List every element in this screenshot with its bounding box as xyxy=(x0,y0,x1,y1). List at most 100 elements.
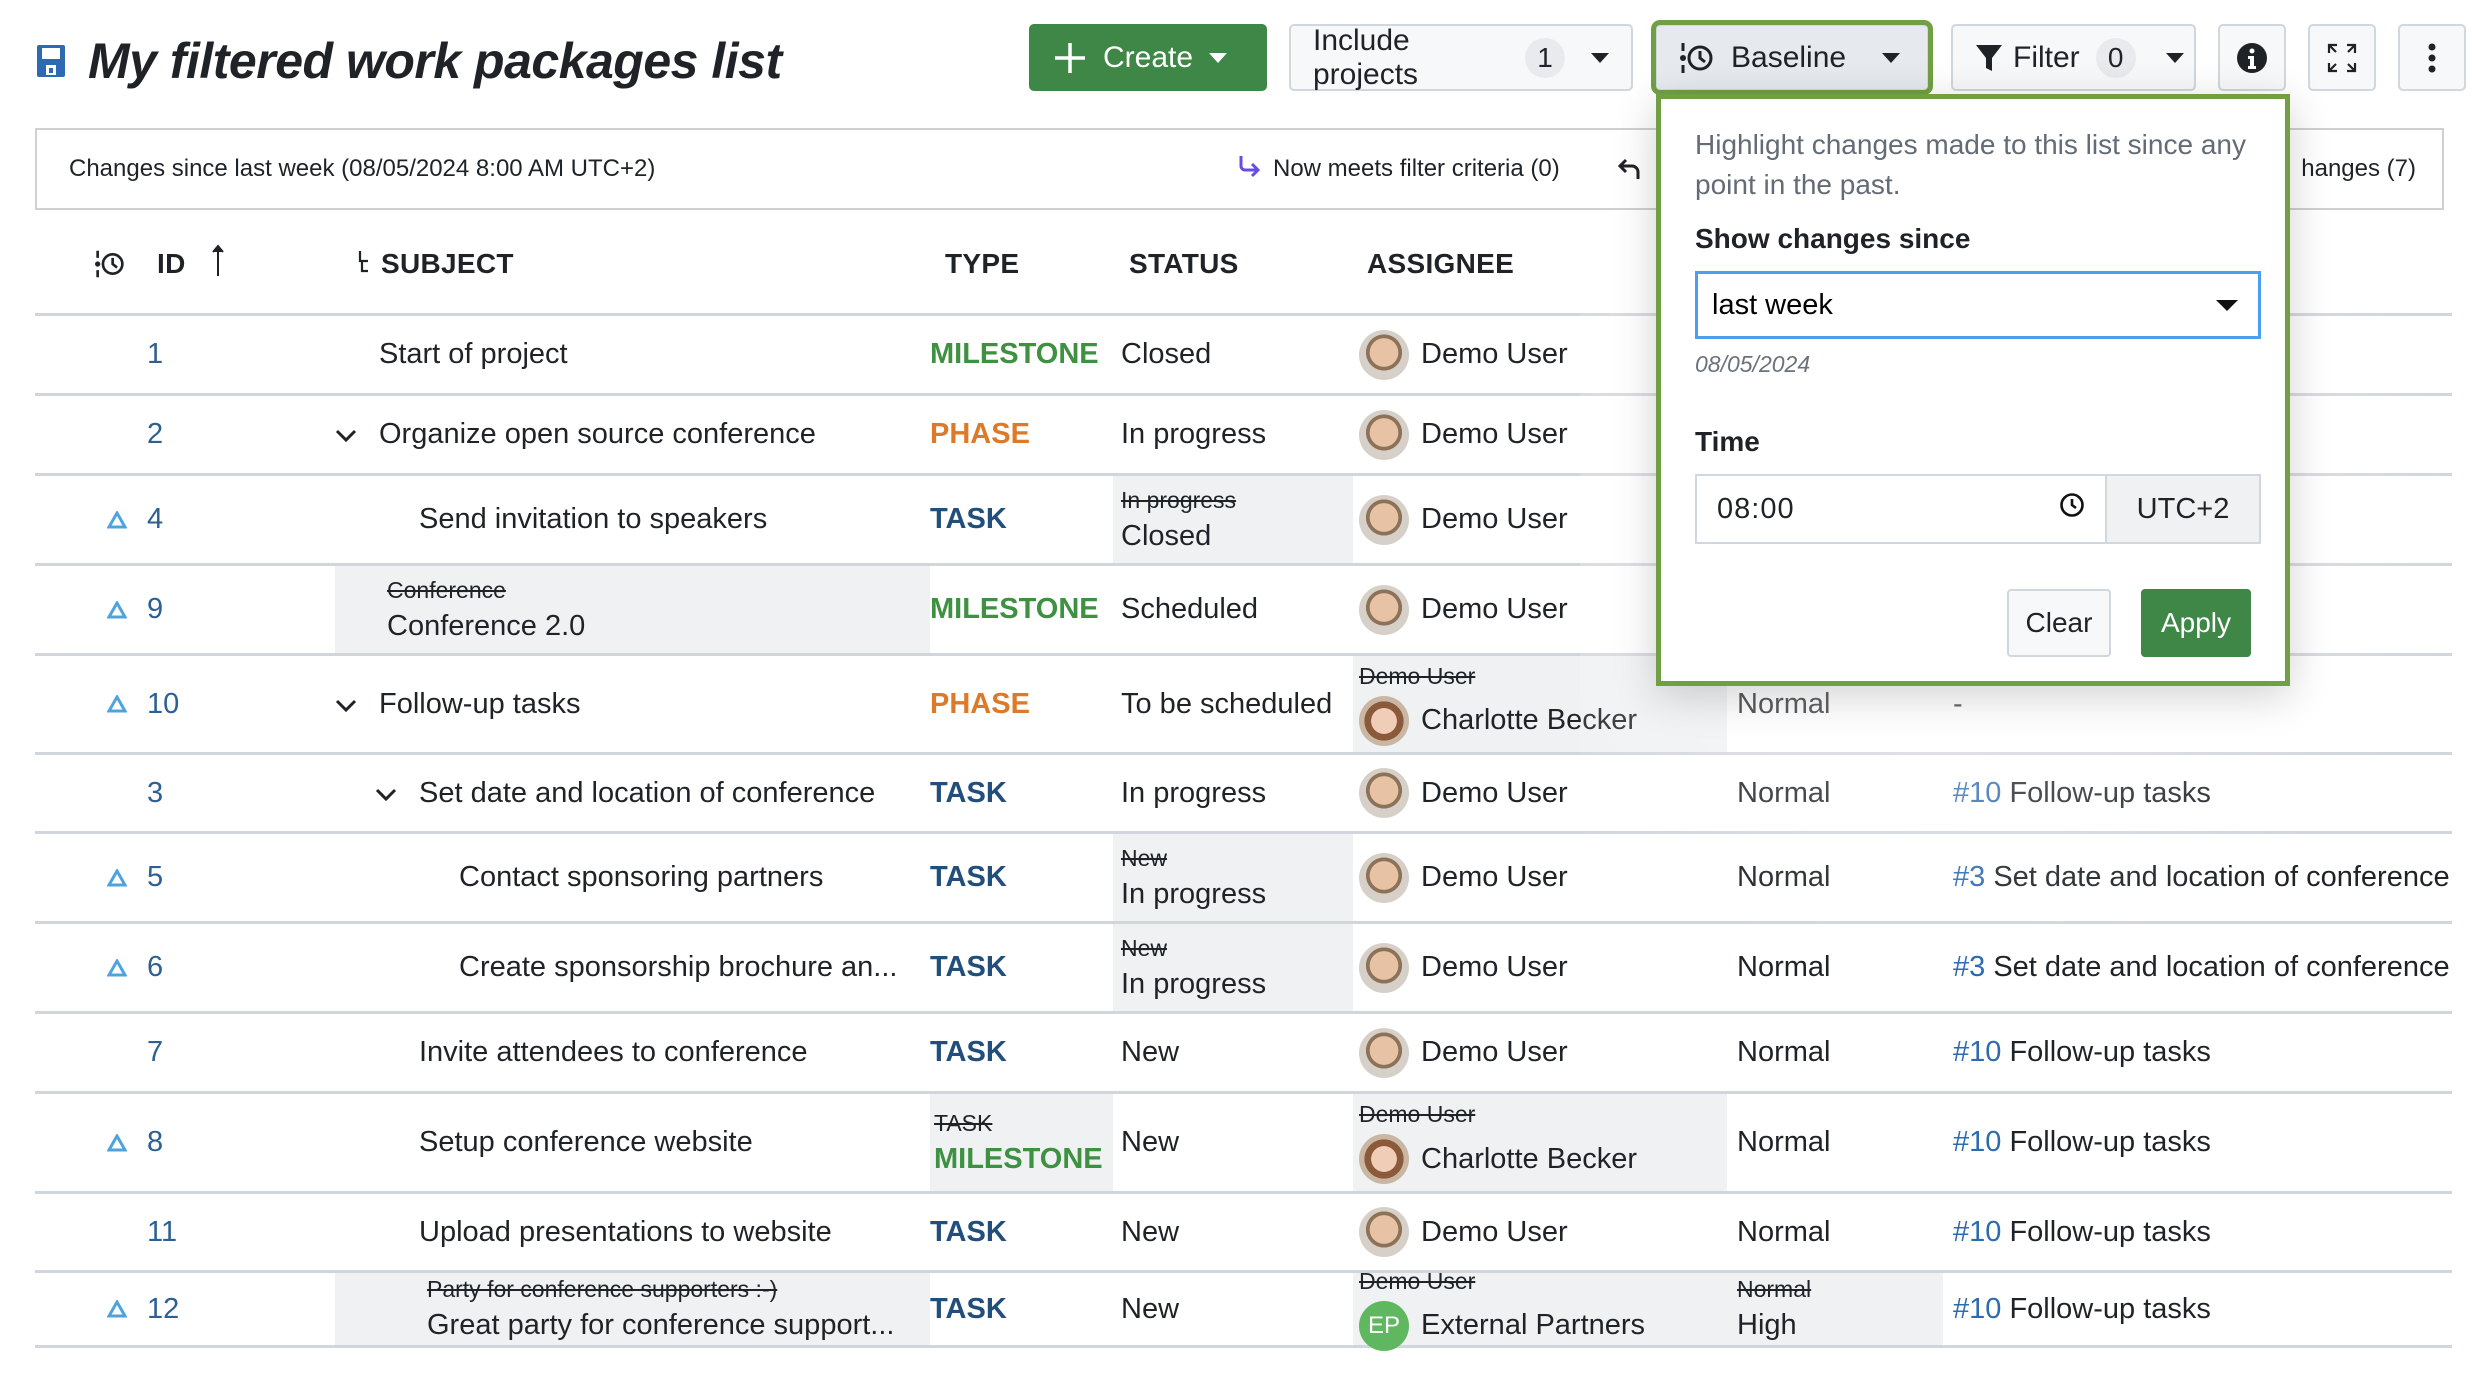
parent-cell[interactable]: #10 Follow-up tasks xyxy=(1943,1014,2453,1091)
status-cell[interactable]: New In progress xyxy=(1113,834,1353,921)
info-button[interactable] xyxy=(2218,24,2286,91)
chevron-down-icon[interactable] xyxy=(375,777,401,810)
clock-icon[interactable] xyxy=(2059,492,2085,526)
id-link[interactable]: 10 xyxy=(147,688,277,721)
assignee-cell[interactable]: Demo User xyxy=(1353,1014,1727,1091)
status-cell[interactable]: In progress Closed xyxy=(1113,476,1353,563)
create-button[interactable]: Create xyxy=(1029,24,1267,91)
work-package-id[interactable]: 2 xyxy=(147,396,277,473)
subject-cell[interactable]: Set date and location of conference xyxy=(335,755,930,831)
type-cell[interactable]: TASK MILESTONE xyxy=(930,1094,1113,1191)
status-cell[interactable]: Scheduled xyxy=(1113,566,1353,653)
type-cell[interactable]: PHASE xyxy=(930,656,1113,752)
assignee-cell[interactable]: Demo User xyxy=(1353,834,1727,921)
status-cell[interactable]: New xyxy=(1113,1014,1353,1091)
user[interactable]: Demo User xyxy=(1359,1207,1727,1257)
parent-cell[interactable]: #3 Set date and location of conference xyxy=(1943,924,2453,1011)
priority-cell[interactable]: Normal xyxy=(1727,1094,1943,1191)
column-header-id[interactable]: ID xyxy=(157,212,224,316)
assignee-cell[interactable]: Demo User xyxy=(1353,1194,1727,1270)
type-cell[interactable]: TASK xyxy=(930,1273,1113,1345)
user[interactable]: Charlotte Becker xyxy=(1359,695,1727,746)
id-link[interactable]: 12 xyxy=(147,1293,277,1326)
type-cell[interactable]: MILESTONE xyxy=(930,566,1113,653)
time-input[interactable]: 08:00 xyxy=(1695,474,2107,544)
parent-id-link[interactable]: #10 xyxy=(1953,1293,2001,1325)
status-cell[interactable]: New xyxy=(1113,1273,1353,1345)
subject-cell[interactable]: Follow-up tasks xyxy=(335,656,930,752)
priority-cell[interactable]: Normal High xyxy=(1727,1273,1943,1345)
type-cell[interactable]: TASK xyxy=(930,1014,1113,1091)
column-header-assignee[interactable]: ASSIGNEE xyxy=(1367,212,1514,316)
subject-cell[interactable]: Party for conference supporters :-) Great… xyxy=(335,1273,930,1345)
parent-cell[interactable]: #10 Follow-up tasks xyxy=(1943,755,2453,831)
type-cell[interactable]: TASK xyxy=(930,834,1113,921)
status-cell[interactable]: To be scheduled xyxy=(1113,656,1353,752)
work-package-id[interactable]: 1 xyxy=(147,316,277,393)
now-meets-filter-link[interactable]: Now meets filter criteria (0) xyxy=(1237,154,1560,185)
parent-id-link[interactable]: #10 xyxy=(1953,1126,2001,1158)
id-link[interactable]: 6 xyxy=(147,951,277,984)
subject-cell[interactable]: Start of project xyxy=(335,316,930,393)
work-package-id[interactable]: 6 xyxy=(147,924,277,1011)
subject-cell[interactable]: Create sponsorship brochure an... xyxy=(335,924,930,1011)
user[interactable]: EP External Partners xyxy=(1359,1300,1727,1351)
priority-cell[interactable]: Normal xyxy=(1727,1194,1943,1270)
assignee-cell[interactable]: Demo User xyxy=(1353,755,1727,831)
work-package-id[interactable]: 4 xyxy=(147,476,277,563)
filter-button[interactable]: Filter 0 xyxy=(1951,24,2196,91)
work-package-id[interactable]: 11 xyxy=(147,1194,277,1270)
work-package-id[interactable]: 8 xyxy=(147,1094,277,1191)
user[interactable]: Demo User xyxy=(1359,768,1727,818)
table-row[interactable]: 5 Contact sponsoring partners TASK New In pr… xyxy=(35,834,2452,924)
table-row[interactable]: 6 Create sponsorship brochure an... TASK Ne… xyxy=(35,924,2452,1014)
status-cell[interactable]: New xyxy=(1113,1094,1353,1191)
type-cell[interactable]: TASK xyxy=(930,476,1113,563)
work-package-id[interactable]: 7 xyxy=(147,1014,277,1091)
user[interactable]: Charlotte Becker xyxy=(1359,1134,1727,1184)
work-package-id[interactable]: 3 xyxy=(147,755,277,831)
table-row[interactable]: 3 Set date and location of conference TASK… xyxy=(35,755,2452,834)
assignee-cell[interactable]: Demo User Charlotte Becker xyxy=(1353,1094,1727,1191)
id-link[interactable]: 5 xyxy=(147,861,277,894)
chevron-down-icon[interactable] xyxy=(335,688,361,721)
parent-id-link[interactable]: #3 xyxy=(1953,861,1985,893)
work-package-id[interactable]: 5 xyxy=(147,834,277,921)
subject-cell[interactable]: Setup conference website xyxy=(335,1094,930,1191)
id-link[interactable]: 4 xyxy=(147,503,277,536)
baseline-button[interactable]: Baseline xyxy=(1651,20,1933,95)
subject-cell[interactable]: Invite attendees to conference xyxy=(335,1014,930,1091)
table-row[interactable]: 11 Upload presentations to website TASK New… xyxy=(35,1194,2452,1273)
type-cell[interactable]: TASK xyxy=(930,755,1113,831)
status-cell[interactable]: Closed xyxy=(1113,316,1353,393)
changes-count-label[interactable]: hanges (7) xyxy=(2301,155,2416,183)
parent-id-link[interactable]: #10 xyxy=(1953,1036,2001,1068)
assignee-cell[interactable]: Demo User xyxy=(1353,924,1727,1011)
column-header-subject[interactable]: SUBJECT xyxy=(357,212,514,316)
show-changes-since-select[interactable]: last week xyxy=(1695,271,2261,339)
parent-cell[interactable]: #3 Set date and location of conference xyxy=(1943,834,2453,921)
subject-cell[interactable]: Contact sponsoring partners xyxy=(335,834,930,921)
subject-cell[interactable]: Organize open source conference xyxy=(335,396,930,473)
type-cell[interactable]: TASK xyxy=(930,1194,1113,1270)
column-header-status[interactable]: STATUS xyxy=(1129,212,1239,316)
more-options-button[interactable] xyxy=(2398,24,2466,91)
user[interactable]: Demo User xyxy=(1359,1027,1727,1078)
status-cell[interactable]: In progress xyxy=(1113,396,1353,473)
id-link[interactable]: 7 xyxy=(147,1036,277,1069)
work-package-id[interactable]: 12 xyxy=(147,1273,277,1345)
page-title[interactable]: My filtered work packages list xyxy=(88,32,782,90)
parent-cell[interactable]: #10 Follow-up tasks xyxy=(1943,1094,2453,1191)
id-link[interactable]: 2 xyxy=(147,418,277,451)
id-link[interactable]: 1 xyxy=(147,338,277,371)
include-projects-button[interactable]: Include projects 1 xyxy=(1289,24,1633,91)
subject-cell[interactable]: Upload presentations to website xyxy=(335,1194,930,1270)
table-row[interactable]: 12 Party for conference supporters :-) Gre… xyxy=(35,1268,2452,1351)
id-link[interactable]: 11 xyxy=(147,1216,277,1249)
parent-id-link[interactable]: #3 xyxy=(1953,951,1985,983)
table-row[interactable]: 8 Setup conference website TASK MILESTONE Ne… xyxy=(35,1094,2452,1194)
work-package-id[interactable]: 9 xyxy=(147,566,277,653)
subject-cell[interactable]: Conference Conference 2.0 xyxy=(335,566,930,653)
priority-cell[interactable]: Normal xyxy=(1727,1014,1943,1091)
subject-cell[interactable]: Send invitation to speakers xyxy=(335,476,930,563)
